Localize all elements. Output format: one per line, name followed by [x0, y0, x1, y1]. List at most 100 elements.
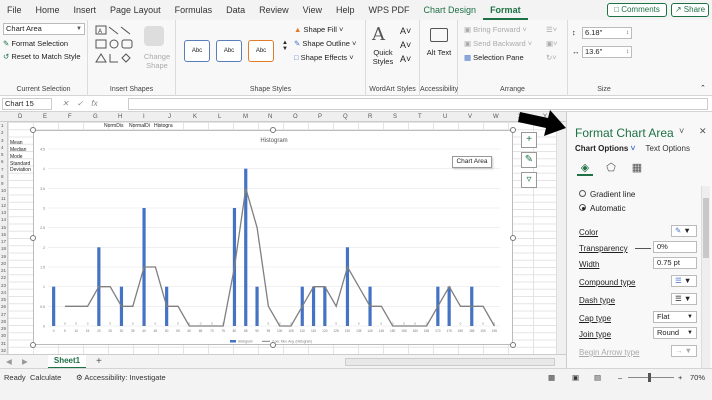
- text-effects-icon[interactable]: A˅: [400, 54, 411, 64]
- cell-d3[interactable]: Median: [10, 147, 26, 153]
- compound-type-dropdown[interactable]: ☰ ▼: [671, 275, 697, 287]
- size-properties-icon[interactable]: ▦: [629, 160, 645, 176]
- sheet-scroll-left-icon[interactable]: ◀: [6, 357, 12, 366]
- row-header[interactable]: 10: [1, 187, 6, 194]
- row-header[interactable]: 25: [1, 296, 6, 303]
- tab-view[interactable]: View: [296, 0, 329, 20]
- pane-options-icon[interactable]: ˅: [679, 126, 684, 136]
- tab-help[interactable]: Help: [329, 0, 362, 20]
- row-header[interactable]: 11: [1, 195, 6, 202]
- horizontal-scrollbar[interactable]: [345, 358, 555, 366]
- row-header[interactable]: 17: [1, 238, 6, 245]
- tab-home[interactable]: Home: [29, 0, 67, 20]
- row-header[interactable]: 8: [1, 173, 4, 180]
- row-header[interactable]: 14: [1, 216, 6, 223]
- tab-insert[interactable]: Insert: [67, 0, 104, 20]
- column-header[interactable]: S: [393, 112, 397, 122]
- effects-pentagon-icon[interactable]: ⬠: [603, 160, 619, 176]
- align-icon[interactable]: ☰˅: [546, 25, 557, 34]
- row-header[interactable]: 16: [1, 231, 6, 238]
- rotate-icon[interactable]: ↻˅: [546, 53, 557, 62]
- column-header[interactable]: O: [293, 112, 298, 122]
- collapse-ribbon-icon[interactable]: ⌃: [700, 84, 706, 92]
- tab-page-layout[interactable]: Page Layout: [103, 0, 168, 20]
- row-header[interactable]: 32: [1, 347, 6, 354]
- line-color-picker[interactable]: ✎ ▼: [671, 225, 697, 237]
- sheet-scroll-right-icon[interactable]: ▶: [22, 357, 28, 366]
- change-shape-button[interactable]: Change Shape: [142, 52, 172, 70]
- row-header[interactable]: 21: [1, 267, 6, 274]
- tab-chart-options[interactable]: Chart Options ˅: [575, 144, 635, 153]
- tab-text-options[interactable]: Text Options: [645, 144, 689, 153]
- tab-chart-design[interactable]: Chart Design: [417, 0, 484, 20]
- column-header[interactable]: Q: [343, 112, 348, 122]
- row-header[interactable]: 5: [1, 151, 4, 158]
- row-header[interactable]: 2: [1, 129, 4, 136]
- shape-fill-button[interactable]: ▲ Shape Fill ˅: [294, 25, 343, 34]
- zoom-slider-thumb[interactable]: [648, 373, 651, 382]
- column-header[interactable]: D: [18, 112, 22, 122]
- cap-type-dropdown[interactable]: Flat ▼: [653, 311, 697, 323]
- row-header[interactable]: 31: [1, 340, 6, 347]
- automatic-option[interactable]: Automatic: [579, 204, 626, 213]
- column-header[interactable]: T: [418, 112, 422, 122]
- page-break-view-icon[interactable]: ▤: [594, 373, 601, 382]
- resize-handle[interactable]: [270, 342, 276, 348]
- text-outline-icon[interactable]: A˅: [400, 40, 411, 50]
- shape-height-input[interactable]: 6.18" ↕: [582, 27, 632, 39]
- row-header[interactable]: 29: [1, 325, 6, 332]
- cell-d4[interactable]: Mode: [10, 154, 23, 160]
- cancel-icon[interactable]: ✕: [62, 98, 69, 110]
- formula-input[interactable]: [128, 98, 708, 110]
- column-header[interactable]: H: [118, 112, 122, 122]
- zoom-level[interactable]: 70%: [690, 373, 705, 382]
- row-header[interactable]: 26: [1, 303, 6, 310]
- chart-filters-button[interactable]: ▿: [521, 172, 537, 188]
- add-sheet-button[interactable]: +: [96, 356, 102, 367]
- fill-line-icon[interactable]: ◈: [577, 160, 593, 176]
- chart-styles-brush-button[interactable]: ✎: [521, 152, 537, 168]
- row-header[interactable]: 7: [1, 166, 4, 173]
- column-header[interactable]: F: [68, 112, 72, 122]
- transparency-input[interactable]: 0%: [653, 241, 697, 253]
- row-header[interactable]: 15: [1, 224, 6, 231]
- zoom-in-button[interactable]: +: [678, 373, 682, 382]
- pane-scrollbar[interactable]: [701, 186, 710, 368]
- shape-width-input[interactable]: 13.6" ↕: [582, 46, 632, 58]
- column-header[interactable]: J: [168, 112, 171, 122]
- column-header[interactable]: P: [318, 112, 322, 122]
- page-layout-view-icon[interactable]: ▣: [572, 373, 579, 382]
- alt-text-button[interactable]: Alt Text: [424, 48, 454, 57]
- group-objects-icon[interactable]: ▣˅: [546, 39, 557, 48]
- column-header[interactable]: V: [468, 112, 472, 122]
- sheet-tab-sheet1[interactable]: Sheet1: [48, 355, 86, 369]
- column-header[interactable]: E: [43, 112, 47, 122]
- cell-d6[interactable]: Deviation: [10, 167, 31, 173]
- shape-outline-button[interactable]: ✎ Shape Outline ˅: [294, 39, 356, 48]
- text-fill-icon[interactable]: A˅: [400, 26, 411, 36]
- row-header[interactable]: 4: [1, 144, 4, 151]
- column-header[interactable]: L: [218, 112, 221, 122]
- gradient-line-option[interactable]: Gradient line: [579, 190, 635, 199]
- row-header[interactable]: 28: [1, 318, 6, 325]
- send-backward-button[interactable]: ▣ Send Backward ˅: [464, 39, 532, 48]
- name-box[interactable]: Chart 15: [2, 98, 52, 110]
- tab-review[interactable]: Review: [252, 0, 296, 20]
- pane-scroll-thumb[interactable]: [703, 198, 709, 258]
- row-header[interactable]: 23: [1, 282, 6, 289]
- resize-handle[interactable]: [510, 127, 516, 133]
- row-header[interactable]: 24: [1, 289, 6, 296]
- resize-handle[interactable]: [270, 127, 276, 133]
- join-type-dropdown[interactable]: Round ▼: [653, 327, 697, 339]
- zoom-slider[interactable]: [628, 377, 674, 378]
- column-header[interactable]: N: [268, 112, 272, 122]
- begin-arrow-dropdown[interactable]: → ▼: [671, 345, 697, 357]
- cell-h1[interactable]: NormDis: [104, 123, 123, 129]
- row-header[interactable]: 18: [1, 245, 6, 252]
- column-header[interactable]: W: [493, 112, 499, 122]
- normal-view-icon[interactable]: ▦: [548, 373, 555, 382]
- accessibility-status[interactable]: ⚙ Accessibility: Investigate: [76, 373, 166, 382]
- shape-style-1[interactable]: Abc: [184, 40, 210, 62]
- column-header[interactable]: I: [143, 112, 145, 122]
- spinner-icon[interactable]: ↕: [626, 28, 629, 38]
